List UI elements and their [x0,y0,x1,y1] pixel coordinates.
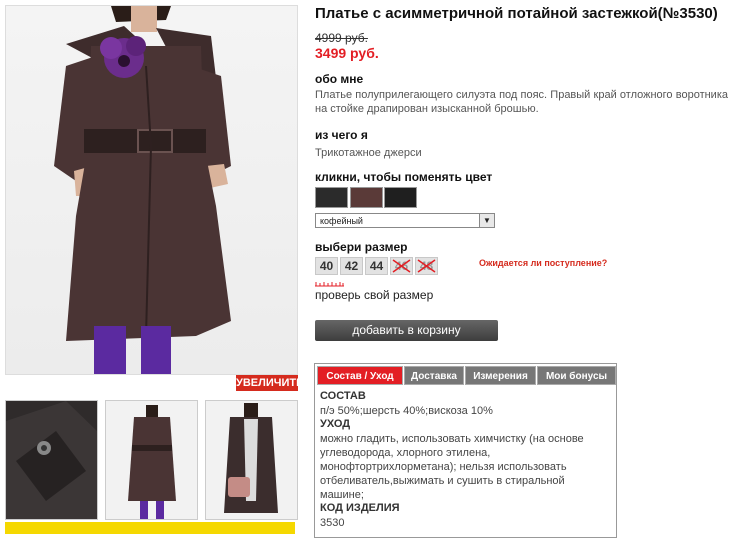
unavailable-cross-icon [392,259,411,273]
tab-measurements[interactable]: Измерения [465,366,536,385]
tab-composition[interactable]: Состав / Уход [317,366,403,385]
code-heading: КОД ИЗДЕЛИЯ [320,502,400,514]
promo-strip [5,522,295,534]
unavailable-cross-icon [417,259,436,273]
material-heading: из чего я [315,128,368,142]
material-text: Трикотажное джерси [315,147,422,159]
old-price: 4999 руб. [315,31,368,45]
size-option-40[interactable]: 40 [315,257,338,275]
size-heading: выбери размер [315,240,408,254]
composition-heading: СОСТАВ [320,390,366,402]
notify-link[interactable]: Ожидается ли поступление? [479,258,607,268]
product-title: Платье с асимметричной потайной застежко… [315,5,718,22]
color-swatch-3[interactable] [384,187,417,208]
chevron-down-icon[interactable]: ▼ [479,214,494,227]
thumbnail-detail[interactable] [5,400,98,520]
add-to-cart-button[interactable]: добавить в корзину [315,320,498,341]
size-option-44[interactable]: 44 [365,257,388,275]
care-text: можно гладить, использовать химчистку (н… [320,433,584,501]
main-product-image[interactable] [5,5,298,375]
thumbnail-styled[interactable] [205,400,298,520]
color-swatch-1[interactable] [315,187,348,208]
new-price: 3499 руб. [315,45,379,61]
composition-text: п/э 50%;шерсть 40%;вискоза 10% [320,405,493,417]
size-guide-link[interactable]: проверь свой размер [315,288,433,302]
color-select-value: кофейный [320,216,363,226]
size-option-48[interactable]: 48 [415,257,438,275]
thumbnail-back[interactable] [105,400,198,520]
color-select[interactable]: кофейный ▼ [315,213,495,228]
zoom-button[interactable]: УВЕЛИЧИТЬ [236,375,304,391]
size-option-42[interactable]: 42 [340,257,363,275]
ruler-icon [315,282,344,287]
size-option-46[interactable]: 46 [390,257,413,275]
about-heading: обо мне [315,72,364,86]
color-swatch-2[interactable] [350,187,383,208]
color-heading: кликни, чтобы поменять цвет [315,170,493,184]
tab-bonuses[interactable]: Мои бонусы [537,366,616,385]
tab-delivery[interactable]: Доставка [404,366,464,385]
care-heading: УХОД [320,418,351,430]
code-value: 3530 [320,517,345,529]
about-text: Платье полуприлегающего силуэта под пояс… [315,89,728,115]
